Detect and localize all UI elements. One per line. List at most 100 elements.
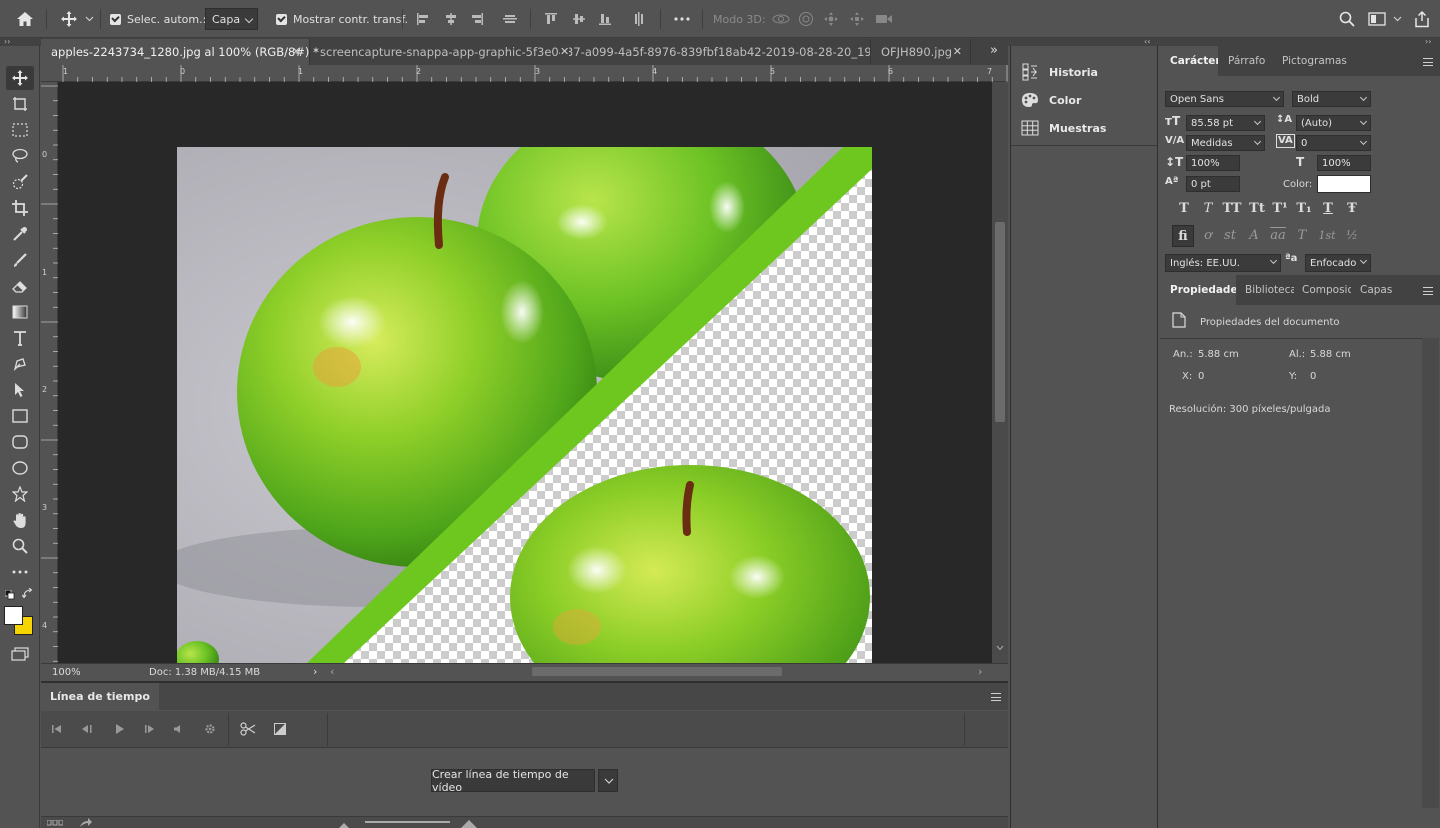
ornaments-button[interactable]: T: [1292, 225, 1312, 245]
old-style-button[interactable]: ơ: [1198, 225, 1218, 245]
move-tool-button[interactable]: [6, 66, 34, 90]
close-icon[interactable]: ✕: [560, 45, 570, 58]
titling-alternates-button[interactable]: aa: [1268, 225, 1288, 245]
chevron-down-icon[interactable]: [85, 0, 94, 38]
eyedropper-tool-button[interactable]: [6, 222, 34, 246]
edit-toolbar-icon[interactable]: [6, 560, 34, 584]
tab-character[interactable]: Carácter: [1160, 46, 1218, 76]
zoom-in-timeline-icon[interactable]: [461, 820, 477, 828]
distribute-icon[interactable]: [502, 0, 518, 38]
rounded-rectangle-tool-button[interactable]: [6, 430, 34, 454]
first-frame-icon[interactable]: [52, 724, 62, 734]
tab-paragraph[interactable]: Párrafo: [1218, 46, 1270, 76]
quick-selection-tool-button[interactable]: [6, 170, 34, 194]
tab-ofjh890-document[interactable]: OFJH890.jpg ✕: [871, 39, 971, 65]
font-style-select[interactable]: Bold: [1292, 91, 1371, 107]
previous-frame-icon[interactable]: [81, 724, 93, 734]
zoom-out-timeline-icon[interactable]: [339, 822, 349, 828]
antialias-select[interactable]: Enfocado: [1305, 254, 1371, 272]
foreground-color-swatch[interactable]: [4, 606, 23, 625]
pan-3d-icon[interactable]: [823, 0, 839, 38]
orbit-3d-icon[interactable]: [772, 0, 790, 38]
text-color-swatch[interactable]: [1317, 175, 1371, 193]
split-scissors-icon[interactable]: [240, 722, 256, 736]
kerning-field[interactable]: Medidas: [1186, 135, 1265, 151]
path-selection-tool-button[interactable]: [6, 378, 34, 402]
expand-left-icon[interactable]: ››: [4, 38, 10, 46]
screen-mode-icon[interactable]: [6, 642, 34, 666]
slide-3d-icon[interactable]: [849, 0, 865, 38]
next-frame-icon[interactable]: [144, 724, 156, 734]
properties-scrollbar[interactable]: [1422, 338, 1439, 808]
default-colors-icon[interactable]: [5, 590, 15, 600]
width-value[interactable]: 5.88 cm: [1198, 349, 1239, 360]
scroll-left-icon[interactable]: ‹: [330, 665, 334, 678]
vertical-scale-field[interactable]: 100%: [1186, 155, 1240, 171]
history-panel-button[interactable]: Historia: [1021, 59, 1098, 85]
properties-menu-icon[interactable]: [1423, 287, 1433, 295]
tab-apples-document[interactable]: apples-2243734_1280.jpg al 100% (RGB/8#)…: [41, 39, 319, 65]
render-video-icon[interactable]: [79, 818, 93, 828]
home-icon[interactable]: [16, 0, 34, 38]
align-right-icon[interactable]: [470, 0, 484, 38]
tab-layers[interactable]: Capas: [1351, 275, 1401, 305]
settings-gear-icon[interactable]: [204, 723, 216, 735]
zoom-tool-button[interactable]: [6, 534, 34, 558]
scroll-right-icon[interactable]: ›: [978, 665, 982, 678]
tracking-field[interactable]: 0: [1296, 135, 1371, 151]
horizontal-scale-field[interactable]: 100%: [1317, 155, 1371, 171]
close-icon[interactable]: ✕: [953, 45, 962, 58]
align-bottom-icon[interactable]: [598, 0, 612, 38]
strikethrough-button[interactable]: Ŧ: [1342, 198, 1362, 218]
collapse-right-icon[interactable]: ››: [1425, 38, 1431, 46]
zoom-level[interactable]: 100%: [52, 667, 81, 678]
swap-colors-icon[interactable]: [22, 588, 34, 600]
pen-tool-button[interactable]: [6, 352, 34, 376]
align-left-icon[interactable]: [416, 0, 430, 38]
create-video-timeline-button[interactable]: Crear línea de tiempo de vídeo: [431, 768, 595, 794]
crop-tool-button[interactable]: [6, 196, 34, 220]
leading-field[interactable]: (Auto): [1296, 115, 1371, 131]
ellipse-tool-button[interactable]: [6, 456, 34, 480]
search-icon[interactable]: [1339, 0, 1355, 38]
ligatures-button[interactable]: fi: [1172, 225, 1194, 247]
roll-3d-icon[interactable]: [798, 0, 814, 38]
camera-3d-icon[interactable]: [875, 0, 893, 38]
distribute-vertical-icon[interactable]: [632, 0, 646, 38]
fractions-button[interactable]: ½: [1342, 225, 1362, 245]
vertical-scroll-thumb[interactable]: [995, 222, 1005, 422]
workspace-icon[interactable]: [1368, 0, 1386, 38]
baseline-shift-field[interactable]: 0 pt: [1186, 176, 1240, 192]
lasso-tool-button[interactable]: [6, 144, 34, 168]
brush-tool-button[interactable]: [6, 248, 34, 272]
move-tool-icon[interactable]: [60, 0, 78, 38]
character-menu-icon[interactable]: [1423, 58, 1433, 66]
document-image[interactable]: [177, 147, 872, 663]
ordinals-button[interactable]: 1st: [1315, 225, 1339, 245]
swash-button[interactable]: st: [1220, 225, 1240, 245]
font-family-select[interactable]: Open Sans: [1165, 91, 1284, 107]
horizontal-scroll-thumb[interactable]: [532, 667, 782, 676]
more-options-icon[interactable]: [674, 0, 690, 38]
share-icon[interactable]: [1414, 0, 1430, 38]
faux-bold-button[interactable]: T: [1174, 198, 1194, 218]
language-select[interactable]: Inglés: EE.UU.: [1165, 254, 1281, 272]
custom-shape-tool-button[interactable]: [6, 482, 34, 506]
subscript-button[interactable]: T₁: [1294, 198, 1314, 218]
status-menu-icon[interactable]: ›: [313, 665, 317, 678]
tab-screencapture-document[interactable]: screencapture-snappa-app-graphic-5f3e043…: [310, 39, 871, 65]
swatches-panel-button[interactable]: Muestras: [1021, 115, 1106, 141]
timeline-type-dropdown[interactable]: [598, 769, 618, 792]
height-value[interactable]: 5.88 cm: [1310, 349, 1351, 360]
type-tool-button[interactable]: [6, 326, 34, 350]
align-top-icon[interactable]: [544, 0, 558, 38]
show-transform-checkbox[interactable]: Mostrar contr. transf.: [276, 0, 408, 38]
more-tabs-icon[interactable]: »: [990, 43, 998, 58]
underline-button[interactable]: T: [1318, 198, 1338, 218]
tab-properties[interactable]: Propiedades: [1160, 275, 1236, 305]
align-hcenter-icon[interactable]: [444, 0, 458, 38]
y-value[interactable]: 0: [1310, 371, 1316, 382]
tab-libraries[interactable]: Biblioteca: [1237, 275, 1294, 305]
canvas-area[interactable]: [58, 82, 992, 663]
timeline-zoom-slider[interactable]: [365, 821, 450, 823]
